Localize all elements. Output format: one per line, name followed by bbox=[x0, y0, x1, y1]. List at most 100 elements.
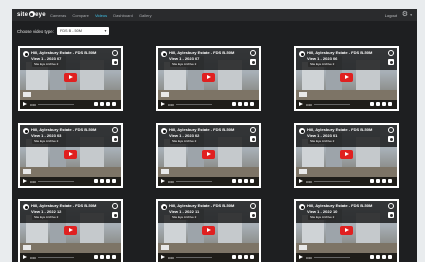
share-icon[interactable] bbox=[388, 136, 394, 142]
captions-icon[interactable] bbox=[238, 102, 242, 106]
channel-avatar-icon[interactable] bbox=[299, 204, 305, 210]
play-icon[interactable] bbox=[299, 102, 303, 106]
captions-icon[interactable] bbox=[100, 255, 104, 259]
play-icon[interactable] bbox=[202, 150, 215, 159]
play-icon[interactable] bbox=[64, 73, 77, 82]
captions-icon[interactable] bbox=[100, 179, 104, 183]
share-icon[interactable] bbox=[388, 212, 394, 218]
volume-icon[interactable] bbox=[232, 179, 236, 183]
channel-avatar-icon[interactable] bbox=[299, 128, 305, 134]
settings-icon[interactable] bbox=[382, 255, 386, 259]
volume-icon[interactable] bbox=[370, 102, 374, 106]
video-title[interactable]: Hill, Aylesbury Estate - FDS B-50M bbox=[169, 203, 234, 208]
clock-icon[interactable] bbox=[112, 127, 118, 133]
video-subtitle[interactable]: View 1 - 2023 06 bbox=[307, 56, 337, 61]
share-icon[interactable] bbox=[250, 136, 256, 142]
video-card[interactable]: Hill, Aylesbury Estate - FDS B-50M View 1… bbox=[294, 123, 399, 188]
captions-icon[interactable] bbox=[376, 179, 380, 183]
video-subtitle[interactable]: View 1 - 2023 07 bbox=[31, 56, 61, 61]
video-thumbnail[interactable]: Hill, Aylesbury Estate - FDS B-50M View 1… bbox=[158, 125, 259, 186]
fullscreen-icon[interactable] bbox=[250, 255, 254, 259]
video-title[interactable]: Hill, Aylesbury Estate - FDS B-50M bbox=[31, 203, 96, 208]
share-icon[interactable] bbox=[112, 136, 118, 142]
video-subtitle[interactable]: View 1 - 2022 11 bbox=[169, 209, 199, 214]
progress-bar[interactable] bbox=[314, 104, 350, 105]
play-icon[interactable] bbox=[202, 226, 215, 235]
video-thumbnail[interactable]: Hill, Aylesbury Estate - FDS B-50M View 1… bbox=[20, 201, 121, 262]
channel-avatar-icon[interactable] bbox=[161, 128, 167, 134]
video-title[interactable]: Hill, Aylesbury Estate - FDS B-50M bbox=[307, 50, 372, 55]
fullscreen-icon[interactable] bbox=[112, 102, 116, 106]
nav-dashboard[interactable]: Dashboard bbox=[113, 13, 133, 18]
play-icon[interactable] bbox=[23, 179, 27, 183]
volume-icon[interactable] bbox=[94, 255, 98, 259]
clock-icon[interactable] bbox=[388, 50, 394, 56]
captions-icon[interactable] bbox=[238, 179, 242, 183]
video-title[interactable]: Hill, Aylesbury Estate - FDS B-50M bbox=[307, 127, 372, 132]
progress-bar[interactable] bbox=[314, 181, 350, 182]
nav-gallery[interactable]: Gallery bbox=[139, 13, 152, 18]
video-card[interactable]: Hill, Aylesbury Estate - FDS B-50M View 1… bbox=[18, 123, 123, 188]
play-icon[interactable] bbox=[161, 179, 165, 183]
video-thumbnail[interactable]: Hill, Aylesbury Estate - FDS B-50M View 1… bbox=[20, 48, 121, 109]
play-icon[interactable] bbox=[161, 102, 165, 106]
logout-link[interactable]: Logout bbox=[385, 13, 397, 18]
captions-icon[interactable] bbox=[238, 255, 242, 259]
progress-bar[interactable] bbox=[314, 257, 350, 258]
play-icon[interactable] bbox=[299, 255, 303, 259]
settings-icon[interactable] bbox=[244, 102, 248, 106]
clock-icon[interactable] bbox=[112, 50, 118, 56]
captions-icon[interactable] bbox=[376, 255, 380, 259]
video-type-select[interactable]: FDS B - 50M ▼ bbox=[57, 27, 109, 35]
play-icon[interactable] bbox=[340, 150, 353, 159]
fullscreen-icon[interactable] bbox=[112, 255, 116, 259]
captions-icon[interactable] bbox=[100, 102, 104, 106]
share-icon[interactable] bbox=[112, 59, 118, 65]
settings-icon[interactable] bbox=[244, 179, 248, 183]
share-icon[interactable] bbox=[250, 59, 256, 65]
video-card[interactable]: Hill, Aylesbury Estate - FDS B-50M View 1… bbox=[156, 46, 261, 111]
video-card[interactable]: Hill, Aylesbury Estate - FDS B-50M View 1… bbox=[294, 46, 399, 111]
video-subtitle[interactable]: View 1 - 2023 03 bbox=[31, 133, 61, 138]
clock-icon[interactable] bbox=[250, 127, 256, 133]
nav-cameras[interactable]: Cameras bbox=[50, 13, 66, 18]
video-title[interactable]: Hill, Aylesbury Estate - FDS B-50M bbox=[307, 203, 372, 208]
video-title[interactable]: Hill, Aylesbury Estate - FDS B-50M bbox=[169, 50, 234, 55]
channel-avatar-icon[interactable] bbox=[161, 51, 167, 57]
channel-avatar-icon[interactable] bbox=[161, 204, 167, 210]
video-card[interactable]: Hill, Aylesbury Estate - FDS B-50M View 1… bbox=[18, 199, 123, 262]
settings-icon[interactable] bbox=[106, 255, 110, 259]
fullscreen-icon[interactable] bbox=[250, 102, 254, 106]
fullscreen-icon[interactable] bbox=[112, 179, 116, 183]
video-thumbnail[interactable]: Hill, Aylesbury Estate - FDS B-50M View 1… bbox=[158, 48, 259, 109]
settings-icon[interactable] bbox=[244, 255, 248, 259]
video-thumbnail[interactable]: Hill, Aylesbury Estate - FDS B-50M View 1… bbox=[296, 125, 397, 186]
play-icon[interactable] bbox=[202, 73, 215, 82]
progress-bar[interactable] bbox=[176, 181, 212, 182]
fullscreen-icon[interactable] bbox=[388, 102, 392, 106]
progress-bar[interactable] bbox=[176, 257, 212, 258]
settings-icon[interactable] bbox=[106, 179, 110, 183]
share-icon[interactable] bbox=[112, 212, 118, 218]
fullscreen-icon[interactable] bbox=[388, 179, 392, 183]
progress-bar[interactable] bbox=[38, 104, 74, 105]
play-icon[interactable] bbox=[23, 255, 27, 259]
settings-icon[interactable] bbox=[382, 102, 386, 106]
video-thumbnail[interactable]: Hill, Aylesbury Estate - FDS B-50M View 1… bbox=[158, 201, 259, 262]
play-icon[interactable] bbox=[299, 179, 303, 183]
play-icon[interactable] bbox=[64, 150, 77, 159]
clock-icon[interactable] bbox=[388, 203, 394, 209]
video-card[interactable]: Hill, Aylesbury Estate - FDS B-50M View 1… bbox=[18, 46, 123, 111]
video-title[interactable]: Hill, Aylesbury Estate - FDS B-50M bbox=[31, 50, 96, 55]
share-icon[interactable] bbox=[250, 212, 256, 218]
volume-icon[interactable] bbox=[94, 179, 98, 183]
video-subtitle[interactable]: View 1 - 2023 02 bbox=[169, 133, 199, 138]
video-subtitle[interactable]: View 1 - 2022 12 bbox=[31, 209, 61, 214]
clock-icon[interactable] bbox=[388, 127, 394, 133]
play-icon[interactable] bbox=[23, 102, 27, 106]
nav-videos[interactable]: Videos bbox=[95, 13, 107, 18]
volume-icon[interactable] bbox=[94, 102, 98, 106]
volume-icon[interactable] bbox=[370, 255, 374, 259]
gear-icon[interactable]: ⚙ bbox=[402, 11, 408, 18]
channel-avatar-icon[interactable] bbox=[299, 51, 305, 57]
